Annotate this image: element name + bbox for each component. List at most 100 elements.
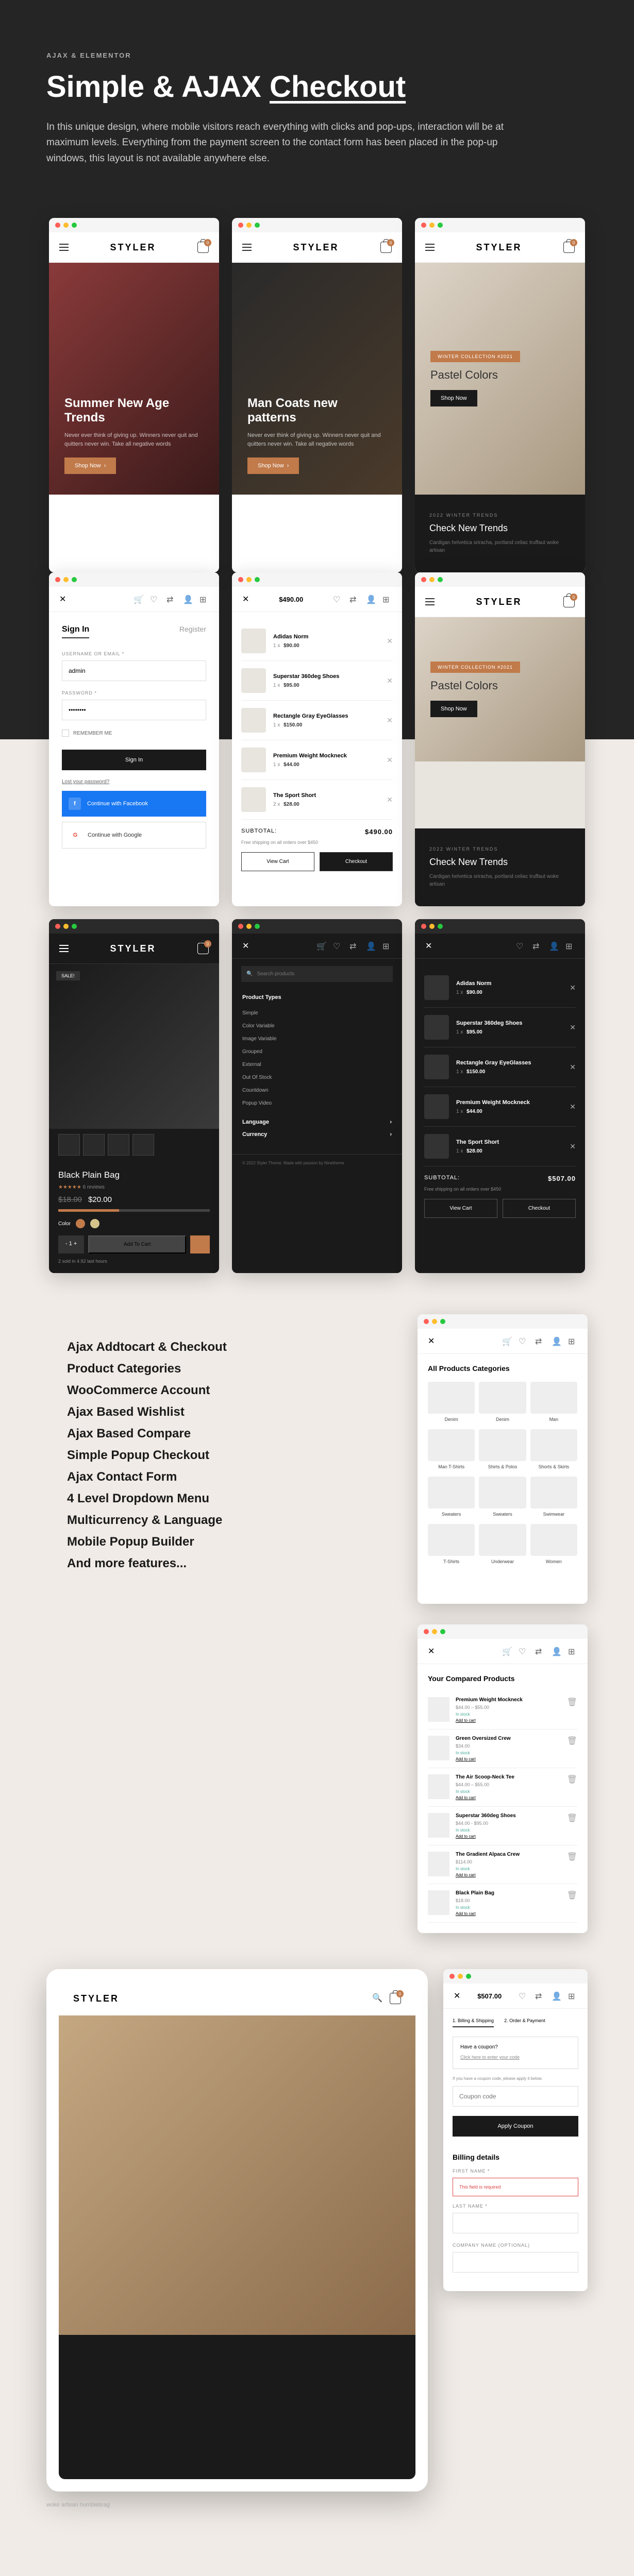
add-to-cart-link[interactable]: Add to cart <box>456 1757 561 1761</box>
view-cart-button[interactable]: View Cart <box>424 1199 497 1218</box>
user-icon[interactable]: 👤 <box>366 595 375 604</box>
add-to-cart-link[interactable]: Add to cart <box>456 1795 561 1800</box>
remove-icon[interactable]: ✕ <box>387 756 393 765</box>
view-cart-button[interactable]: View Cart <box>241 852 314 871</box>
category-cell[interactable]: Shirts & Polos <box>479 1429 526 1469</box>
bag-icon[interactable]: 0 <box>563 242 575 253</box>
lost-password-link[interactable]: Lost your password? <box>62 779 109 785</box>
product-thumb[interactable] <box>424 975 449 1000</box>
color-swatch[interactable] <box>90 1219 99 1228</box>
close-icon[interactable]: ✕ <box>242 594 249 604</box>
menu-icon[interactable] <box>59 244 69 251</box>
filter-link[interactable]: Simple <box>242 1007 392 1020</box>
add-to-cart-link[interactable]: Add to cart <box>456 1718 561 1723</box>
grid-icon[interactable]: ⊞ <box>568 1991 577 2001</box>
cart-icon[interactable]: 🛒 <box>316 941 326 951</box>
category-cell[interactable]: Sweaters <box>479 1477 526 1517</box>
remove-icon[interactable]: 🗑 <box>567 1774 577 1800</box>
close-icon[interactable]: ✕ <box>425 941 432 951</box>
cart-icon[interactable]: 🛒 <box>134 595 143 604</box>
checkout-button[interactable]: Checkout <box>320 852 393 871</box>
category-cell[interactable]: Sweaters <box>428 1477 475 1517</box>
filter-link[interactable]: External <box>242 1058 392 1071</box>
facebook-button[interactable]: fContinue with Facebook <box>62 791 206 817</box>
remove-icon[interactable]: ✕ <box>387 716 393 725</box>
filter-link[interactable]: Color Variable <box>242 1020 392 1032</box>
bag-icon[interactable]: 0 <box>380 242 392 253</box>
thumbnail[interactable] <box>132 1134 154 1156</box>
password-input[interactable] <box>62 700 206 720</box>
compare-icon[interactable]: ⇄ <box>532 941 542 951</box>
product-name[interactable]: Premium Weight Mockneck <box>273 753 379 759</box>
add-to-cart-button[interactable]: Add To Cart <box>88 1235 186 1253</box>
user-icon[interactable]: 👤 <box>552 1336 561 1346</box>
grid-icon[interactable]: ⊞ <box>565 941 575 951</box>
product-thumb[interactable] <box>424 1015 449 1040</box>
close-icon[interactable]: ✕ <box>428 1646 435 1656</box>
close-icon[interactable]: ✕ <box>428 1336 435 1346</box>
menu-icon[interactable] <box>425 244 435 251</box>
remove-icon[interactable]: ✕ <box>387 795 393 804</box>
heart-icon[interactable]: ♡ <box>333 595 342 604</box>
compare-icon[interactable]: ⇄ <box>535 1336 544 1346</box>
bag-icon[interactable]: 0 <box>197 242 209 253</box>
product-name[interactable]: Rectangle Gray EyeGlasses <box>273 713 379 719</box>
quantity-stepper[interactable]: - 1 + <box>58 1235 84 1253</box>
company-input[interactable] <box>453 2252 578 2273</box>
logo[interactable]: STYLER <box>476 242 522 253</box>
category-cell[interactable]: T-Shirts <box>428 1524 475 1564</box>
filter-link[interactable]: Popup Video <box>242 1097 392 1110</box>
filter-link[interactable]: Grouped <box>242 1045 392 1058</box>
product-thumb[interactable] <box>241 668 266 693</box>
add-to-cart-link[interactable]: Add to cart <box>456 1834 561 1839</box>
remove-icon[interactable]: ✕ <box>570 1023 576 1032</box>
heart-icon[interactable]: ♡ <box>519 1647 528 1656</box>
category-cell[interactable]: Shorts & Skirts <box>530 1429 577 1469</box>
thumbnail[interactable] <box>58 1134 80 1156</box>
search-input[interactable]: 🔍 Search products <box>241 966 393 982</box>
close-icon[interactable]: ✕ <box>59 594 66 604</box>
product-thumb[interactable] <box>241 787 266 812</box>
product-thumb[interactable] <box>424 1134 449 1159</box>
product-thumb[interactable] <box>428 1736 449 1760</box>
grid-icon[interactable]: ⊞ <box>199 595 209 604</box>
menu-icon[interactable] <box>242 244 252 251</box>
filter-link[interactable]: Image Variable <box>242 1032 392 1045</box>
remember-checkbox[interactable] <box>62 730 69 737</box>
compare-icon[interactable]: ⇄ <box>166 595 176 604</box>
heart-icon[interactable]: ♡ <box>519 1336 528 1346</box>
language-toggle[interactable]: Language› <box>242 1119 392 1125</box>
step-billing[interactable]: 1. Billing & Shipping <box>453 2018 494 2027</box>
grid-icon[interactable]: ⊞ <box>568 1647 577 1656</box>
product-thumb[interactable] <box>424 1094 449 1119</box>
logo[interactable]: STYLER <box>110 943 156 954</box>
product-thumb[interactable] <box>241 708 266 733</box>
compare-icon[interactable]: ⇄ <box>349 595 359 604</box>
product-name[interactable]: Superstar 360deg Shoes <box>273 673 379 680</box>
lastname-input[interactable] <box>453 2213 578 2233</box>
compare-icon[interactable]: ⇄ <box>349 941 359 951</box>
category-cell[interactable]: Man <box>530 1382 577 1422</box>
product-thumb[interactable] <box>424 1055 449 1079</box>
category-cell[interactable]: Denim <box>428 1382 475 1422</box>
user-icon[interactable]: 👤 <box>183 595 192 604</box>
menu-icon[interactable] <box>425 598 435 605</box>
product-thumb[interactable] <box>241 629 266 653</box>
category-cell[interactable]: Man T-Shirts <box>428 1429 475 1469</box>
user-icon[interactable]: 👤 <box>366 941 375 951</box>
logo[interactable]: STYLER <box>73 1993 119 2004</box>
close-icon[interactable]: ✕ <box>454 1991 460 2001</box>
shop-now-button[interactable]: Shop Now <box>430 390 477 406</box>
remove-icon[interactable]: ✕ <box>570 1063 576 1072</box>
bag-icon[interactable]: 0 <box>197 943 209 954</box>
grid-icon[interactable]: ⊞ <box>382 595 392 604</box>
product-thumb[interactable] <box>241 748 266 772</box>
user-icon[interactable]: 👤 <box>552 1647 561 1656</box>
apply-coupon-button[interactable]: Apply Coupon <box>453 2116 578 2137</box>
bag-icon[interactable]: 0 <box>563 596 575 607</box>
heart-icon[interactable]: ♡ <box>150 595 159 604</box>
logo[interactable]: STYLER <box>476 597 522 607</box>
product-thumb[interactable] <box>428 1697 449 1722</box>
firstname-input[interactable]: This field is required <box>453 2178 578 2196</box>
product-thumb[interactable] <box>428 1774 449 1799</box>
